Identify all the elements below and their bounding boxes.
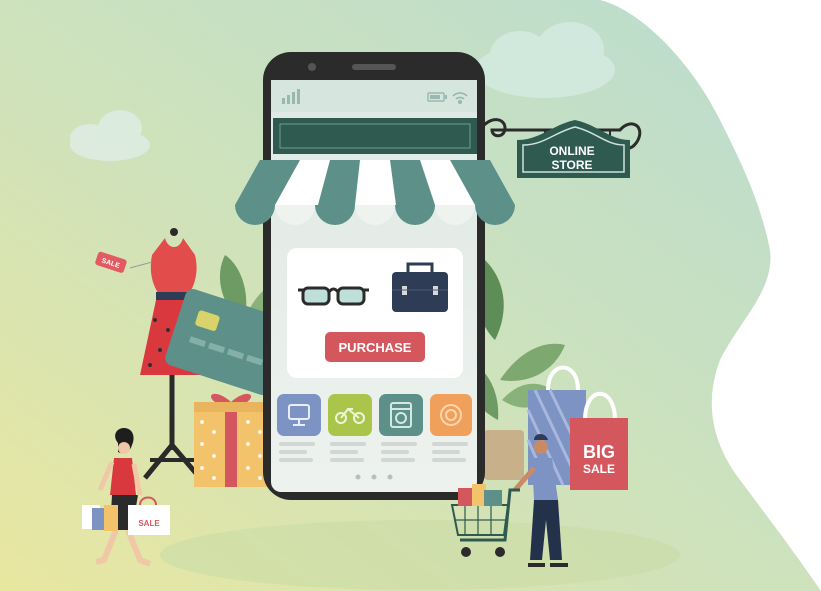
purchase-button-label: PURCHASE xyxy=(339,340,412,355)
category-tile-monitor[interactable] xyxy=(277,394,321,436)
category-tile-washer[interactable] xyxy=(379,394,423,436)
big-sale-line1: BIG xyxy=(583,442,615,462)
category-tile-camera[interactable] xyxy=(430,394,472,436)
online-store-illustration: SALE BIG SALE ONLINE STORE PURCHASE SALE xyxy=(0,0,821,591)
gift-box xyxy=(194,393,269,487)
category-tile-bicycle[interactable] xyxy=(328,394,372,436)
sign-line2: STORE xyxy=(551,158,592,172)
purchase-button[interactable]: PURCHASE xyxy=(325,332,425,362)
woman-bag-sale-tag: SALE xyxy=(138,519,160,528)
product-card: PURCHASE xyxy=(287,248,463,378)
big-sale-line2: SALE xyxy=(583,462,615,476)
sign-line1: ONLINE xyxy=(549,144,594,158)
